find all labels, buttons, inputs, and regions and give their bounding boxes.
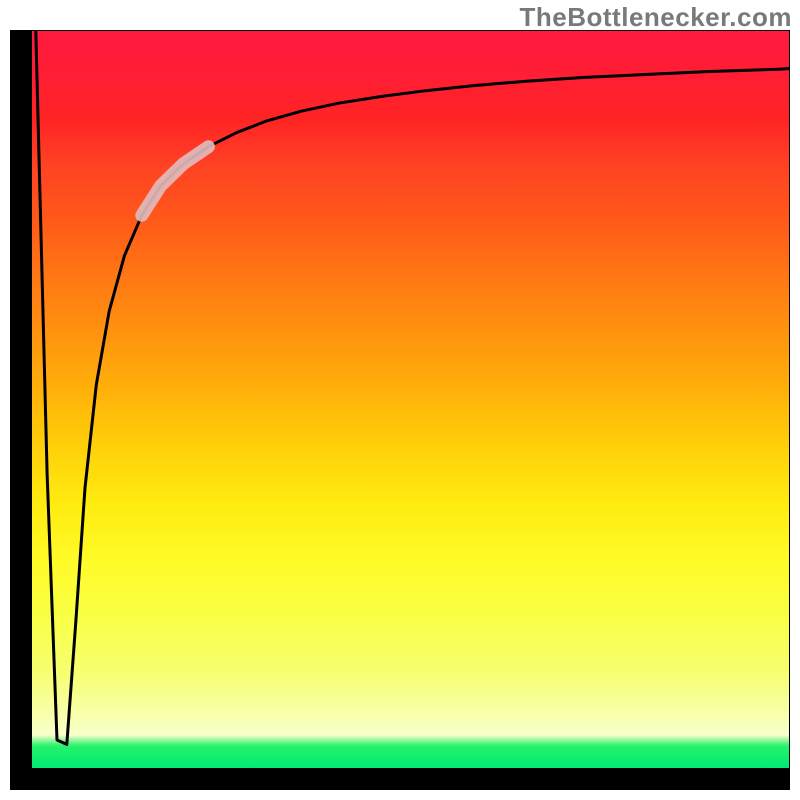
curve-highlight-segment (142, 147, 209, 216)
chart-container: TheBottlenecker.com (0, 0, 800, 800)
watermark-text: TheBottlenecker.com (520, 2, 792, 33)
plot-frame (10, 30, 790, 790)
curve-svg (32, 31, 789, 768)
curve-line (36, 31, 789, 744)
plot-area (32, 31, 789, 768)
